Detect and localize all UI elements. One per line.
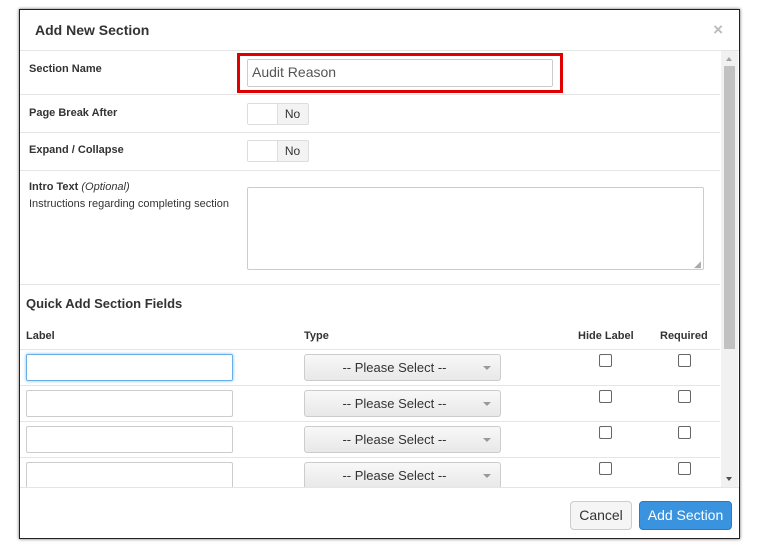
modal-footer: Cancel Add Section xyxy=(20,487,739,538)
hide-label-checkbox[interactable] xyxy=(599,390,612,403)
vertical-scrollbar[interactable] xyxy=(721,51,738,487)
col-hide-label: Hide Label xyxy=(578,330,634,342)
intro-text-help: Instructions regarding completing sectio… xyxy=(29,198,229,210)
expand-collapse-label: Expand / Collapse xyxy=(29,144,124,156)
select-value: -- Please Select -- xyxy=(342,468,447,483)
page-break-row: Page Break After No xyxy=(20,95,720,133)
scroll-up-arrow-icon[interactable] xyxy=(726,57,732,61)
field-row: -- Please Select -- xyxy=(20,385,720,422)
toggle-knob xyxy=(248,141,278,161)
expand-collapse-toggle[interactable]: No xyxy=(247,140,309,162)
highlight-box xyxy=(237,53,563,93)
toggle-value: No xyxy=(284,107,301,121)
quick-add-heading: Quick Add Section Fields xyxy=(26,296,183,311)
col-type: Type xyxy=(304,330,329,342)
field-type-select[interactable]: -- Please Select -- xyxy=(304,354,501,381)
add-section-modal: Add New Section × Section Name Audit Rea… xyxy=(19,9,740,539)
cancel-button[interactable]: Cancel xyxy=(570,501,632,530)
field-row: -- Please Select -- xyxy=(20,457,720,487)
optional-hint: (Optional) xyxy=(81,181,130,193)
field-label-input[interactable] xyxy=(26,462,233,487)
field-label-input[interactable] xyxy=(26,354,233,381)
field-label-input[interactable] xyxy=(26,426,233,453)
chevron-down-icon xyxy=(483,366,491,370)
select-value: -- Please Select -- xyxy=(342,396,447,411)
page-break-toggle[interactable]: No xyxy=(247,103,309,125)
field-row: -- Please Select -- xyxy=(20,421,720,458)
required-checkbox[interactable] xyxy=(678,354,691,367)
chevron-down-icon xyxy=(483,402,491,406)
modal-body: Section Name Audit Reason Page Break Aft… xyxy=(20,51,720,487)
chevron-down-icon xyxy=(483,438,491,442)
toggle-value: No xyxy=(284,144,301,158)
scroll-thumb[interactable] xyxy=(724,66,735,349)
select-value: -- Please Select -- xyxy=(342,360,447,375)
intro-text-area[interactable] xyxy=(247,187,704,270)
hide-label-checkbox[interactable] xyxy=(599,426,612,439)
section-name-label: Section Name xyxy=(29,63,102,75)
required-checkbox[interactable] xyxy=(678,462,691,475)
chevron-down-icon xyxy=(483,474,491,478)
hide-label-checkbox[interactable] xyxy=(599,354,612,367)
field-type-select[interactable]: -- Please Select -- xyxy=(304,390,501,417)
select-value: -- Please Select -- xyxy=(342,432,447,447)
required-checkbox[interactable] xyxy=(678,426,691,439)
hide-label-checkbox[interactable] xyxy=(599,462,612,475)
close-icon[interactable]: × xyxy=(713,21,723,38)
section-name-row: Section Name Audit Reason xyxy=(20,51,720,95)
field-row: -- Please Select -- xyxy=(20,349,720,386)
col-required: Required xyxy=(660,330,708,342)
field-type-select[interactable]: -- Please Select -- xyxy=(304,462,501,487)
add-section-button[interactable]: Add Section xyxy=(639,501,732,530)
page-break-label: Page Break After xyxy=(29,107,118,119)
intro-text-label: Intro Text (Optional) xyxy=(29,181,130,193)
col-label: Label xyxy=(26,330,55,342)
scroll-down-arrow-icon[interactable] xyxy=(726,477,732,481)
modal-header: Add New Section × xyxy=(20,10,739,51)
toggle-knob xyxy=(248,104,278,124)
resize-grip-icon[interactable]: ◢ xyxy=(694,260,702,269)
intro-text-label-main: Intro Text xyxy=(29,181,79,193)
field-label-input[interactable] xyxy=(26,390,233,417)
field-type-select[interactable]: -- Please Select -- xyxy=(304,426,501,453)
required-checkbox[interactable] xyxy=(678,390,691,403)
modal-title: Add New Section xyxy=(35,22,150,38)
expand-collapse-row: Expand / Collapse No xyxy=(20,133,720,171)
